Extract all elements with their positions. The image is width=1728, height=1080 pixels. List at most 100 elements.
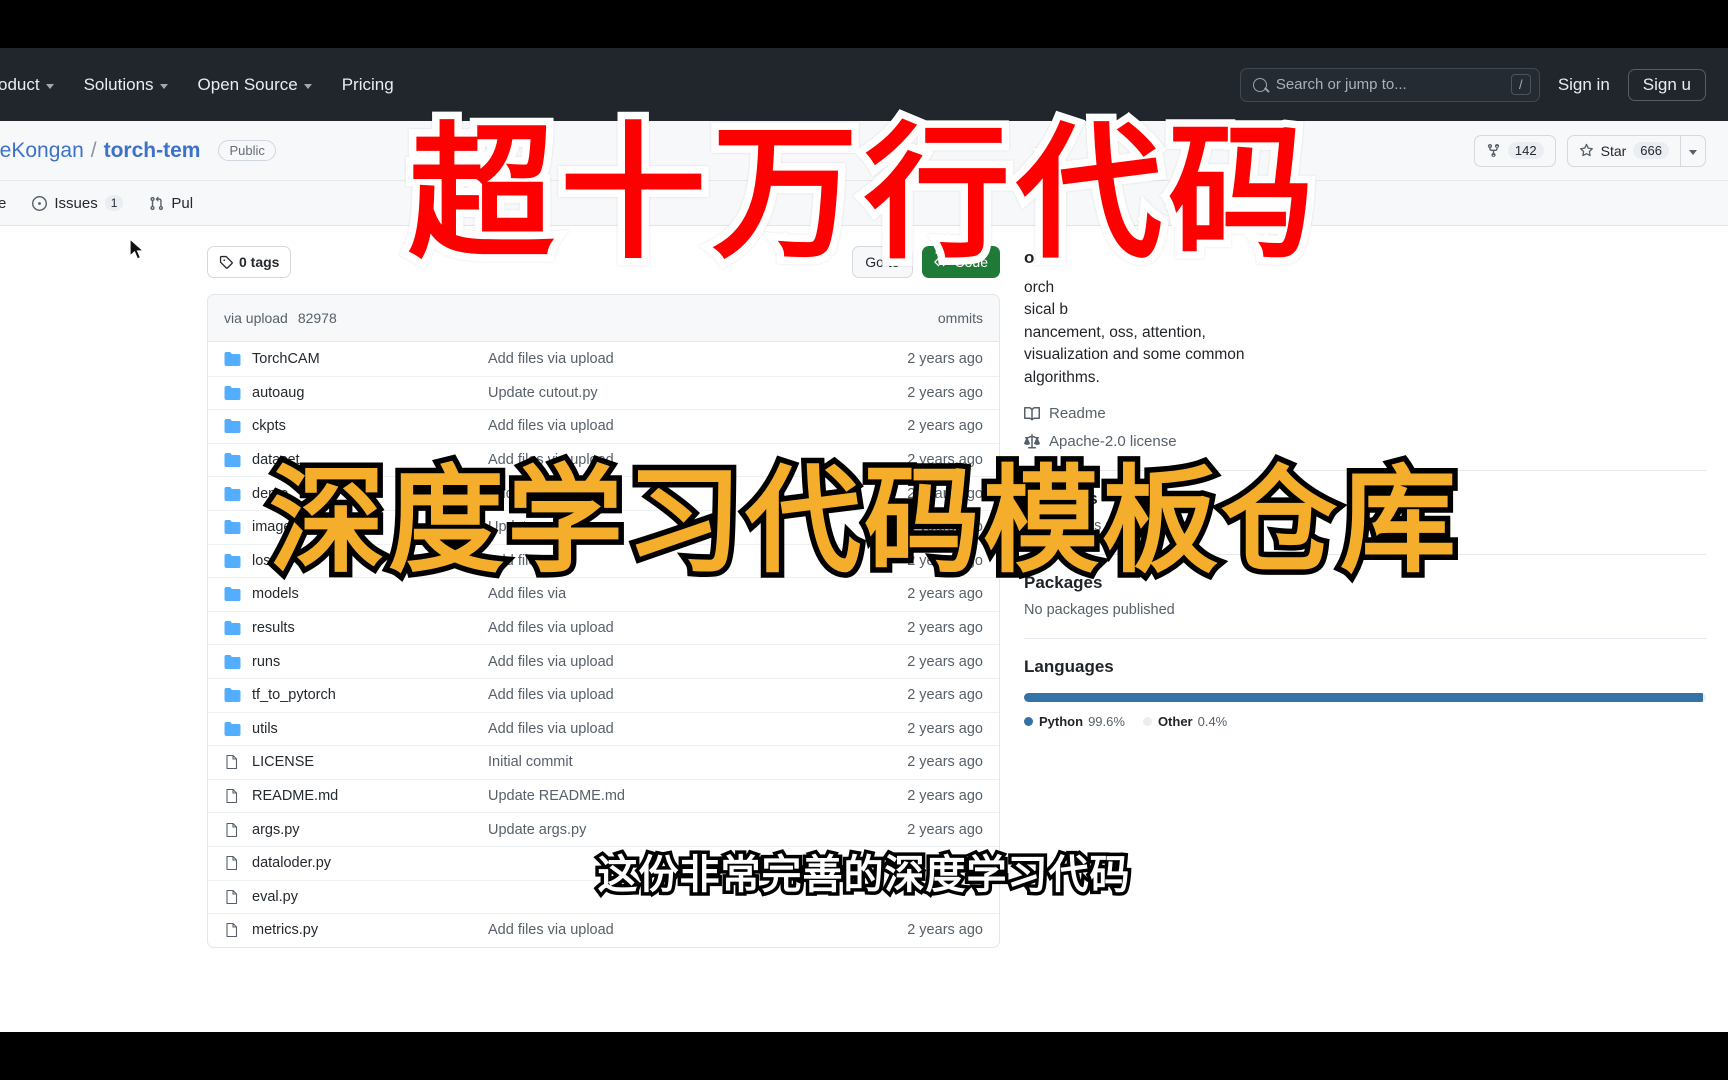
file-name[interactable]: tf_to_pytorch bbox=[252, 687, 488, 703]
global-nav: oduct Solutions Open Source Pricing bbox=[0, 75, 394, 95]
table-row[interactable]: utils Add files via upload 2 years ago bbox=[208, 711, 999, 746]
tab-code[interactable]: e bbox=[0, 181, 6, 225]
file-commit-message[interactable]: Add files via upload bbox=[488, 721, 871, 737]
sign-in-link[interactable]: Sign in bbox=[1558, 75, 1610, 95]
nav-item-pricing-label: Pricing bbox=[341, 74, 394, 94]
file-commit-age: 2 years ago bbox=[907, 754, 983, 771]
table-row[interactable]: runs Add files via upload 2 years ago bbox=[208, 644, 999, 678]
star-dropdown-button[interactable] bbox=[1680, 135, 1705, 166]
star-count: 666 bbox=[1633, 142, 1669, 159]
language-color-dot bbox=[1024, 717, 1033, 727]
language-bar bbox=[1024, 693, 1706, 703]
file-icon bbox=[224, 754, 252, 770]
table-row[interactable]: autoaug Update cutout.py 2 years ago bbox=[208, 375, 999, 410]
file-icon bbox=[224, 855, 252, 871]
folder-icon bbox=[224, 520, 241, 535]
folder-icon bbox=[224, 385, 241, 400]
file-name[interactable]: autoaug bbox=[252, 385, 488, 401]
file-commit-age: 2 years ago bbox=[907, 687, 983, 704]
repo-content: 0 tags Go to Code via upload 82978 ommit… bbox=[0, 226, 1728, 1032]
chevron-down-icon bbox=[159, 83, 168, 89]
repo-actions: 142 Star 666 bbox=[1463, 134, 1706, 167]
folder-icon bbox=[224, 621, 241, 636]
table-row[interactable]: metrics.py Add files via upload 2 years ag… bbox=[208, 913, 999, 947]
file-name[interactable]: results bbox=[252, 620, 488, 636]
nav-item-open-source[interactable]: Open Source bbox=[198, 75, 312, 95]
file-name[interactable]: args.py bbox=[252, 822, 488, 838]
tags-button[interactable]: 0 tags bbox=[207, 246, 292, 278]
fork-button[interactable]: 142 bbox=[1475, 136, 1555, 166]
file-name[interactable]: README.md bbox=[252, 788, 488, 804]
screenshot-stage: oduct Solutions Open Source Pricing Sear… bbox=[0, 0, 1728, 1080]
file-icon bbox=[226, 822, 238, 837]
tab-issues[interactable]: Issues 1 bbox=[32, 181, 124, 225]
latest-commit-message[interactable]: via upload bbox=[224, 310, 288, 326]
folder-icon bbox=[224, 654, 252, 670]
nav-item-open-source-label: Open Source bbox=[197, 74, 298, 94]
table-row[interactable]: LICENSE Initial commit 2 years ago bbox=[208, 745, 999, 779]
book-icon bbox=[1024, 406, 1040, 421]
nav-item-product[interactable]: oduct bbox=[0, 75, 54, 95]
language-color-dot bbox=[1142, 717, 1152, 727]
search-input[interactable]: Search or jump to... / bbox=[1239, 67, 1540, 102]
chevron-down-icon bbox=[1689, 149, 1697, 155]
table-row[interactable]: ckpts Add files via upload 2 years ago bbox=[208, 409, 999, 443]
file-commit-message[interactable]: Add files via upload bbox=[488, 687, 871, 703]
file-commit-message[interactable]: Initial commit bbox=[488, 754, 871, 770]
file-name[interactable]: LICENSE bbox=[252, 754, 488, 770]
table-row[interactable]: TorchCAM Add files via upload 2 years ago bbox=[208, 342, 999, 376]
file-name[interactable]: TorchCAM bbox=[252, 351, 488, 367]
repo-owner-link[interactable]: geKongan bbox=[0, 139, 84, 163]
file-name[interactable]: metrics.py bbox=[252, 922, 488, 938]
languages-heading: Languages bbox=[1024, 657, 1114, 677]
file-commit-message[interactable]: Update README.md bbox=[488, 788, 871, 804]
file-name[interactable]: eval.py bbox=[252, 889, 488, 905]
file-commit-message[interactable]: Add files via upload bbox=[488, 654, 871, 670]
nav-item-pricing[interactable]: Pricing bbox=[342, 75, 394, 95]
file-icon bbox=[224, 788, 252, 804]
overlay-subheadline: 深度学习代码模板仓库 bbox=[264, 448, 1462, 594]
fork-count: 142 bbox=[1507, 142, 1544, 159]
search-shortcut-key: / bbox=[1510, 74, 1531, 95]
readme-link[interactable]: Readme bbox=[1024, 405, 1706, 422]
breadcrumb-separator: / bbox=[90, 138, 97, 162]
file-commit-message[interactable]: Add files via upload bbox=[488, 418, 871, 434]
latest-commit-bar: via upload 82978 ommits bbox=[207, 294, 1000, 342]
license-link[interactable]: Apache-2.0 license bbox=[1024, 433, 1706, 450]
tab-pull-requests[interactable]: Pul bbox=[149, 181, 193, 225]
folder-icon bbox=[224, 351, 252, 367]
tab-code-label: e bbox=[0, 194, 7, 212]
file-commit-message[interactable]: Add files via upload bbox=[488, 620, 871, 636]
latest-commit-sha[interactable]: 82978 bbox=[298, 310, 337, 326]
file-icon bbox=[224, 922, 252, 938]
star-button-group[interactable]: Star 666 bbox=[1566, 134, 1706, 167]
file-name[interactable]: ckpts bbox=[252, 418, 488, 434]
table-row[interactable]: args.py Update args.py 2 years ago bbox=[208, 812, 999, 846]
sign-up-button[interactable]: Sign u bbox=[1627, 68, 1706, 101]
table-row[interactable]: README.md Update README.md 2 years ago bbox=[208, 778, 999, 813]
table-row[interactable]: results Add files via upload 2 years ago bbox=[208, 610, 999, 645]
pull-request-icon bbox=[150, 196, 164, 210]
overlay-headline: 超十万行代码 bbox=[401, 101, 1322, 286]
file-icon bbox=[226, 856, 238, 871]
commit-history-link[interactable]: ommits bbox=[938, 310, 983, 326]
repo-name-link[interactable]: torch-tem bbox=[104, 139, 201, 163]
file-commit-message[interactable]: Add files via upload bbox=[488, 922, 871, 938]
nav-item-solutions[interactable]: Solutions bbox=[84, 75, 168, 95]
fork-button-group[interactable]: 142 bbox=[1473, 134, 1556, 167]
table-row[interactable]: tf_to_pytorch Add files via upload 2 years… bbox=[208, 677, 999, 712]
file-name[interactable]: runs bbox=[252, 654, 488, 670]
language-legend-item[interactable]: Other 0.4% bbox=[1142, 714, 1227, 729]
about-desc-line-5: algorithms. bbox=[1024, 368, 1100, 386]
file-commit-message[interactable]: Update cutout.py bbox=[488, 385, 871, 401]
file-commit-message[interactable]: Add files via upload bbox=[488, 351, 871, 367]
file-name[interactable]: utils bbox=[252, 721, 488, 737]
file-commit-message[interactable]: Update args.py bbox=[488, 822, 871, 838]
file-commit-age: 2 years ago bbox=[907, 620, 983, 637]
folder-icon bbox=[224, 721, 241, 736]
file-commit-age: 2 years ago bbox=[907, 653, 983, 670]
star-button[interactable]: Star 666 bbox=[1568, 136, 1680, 166]
nav-item-solutions-label: Solutions bbox=[83, 74, 154, 94]
file-name[interactable]: dataloder.py bbox=[252, 855, 488, 871]
language-legend-item[interactable]: Python 99.6% bbox=[1024, 714, 1125, 729]
